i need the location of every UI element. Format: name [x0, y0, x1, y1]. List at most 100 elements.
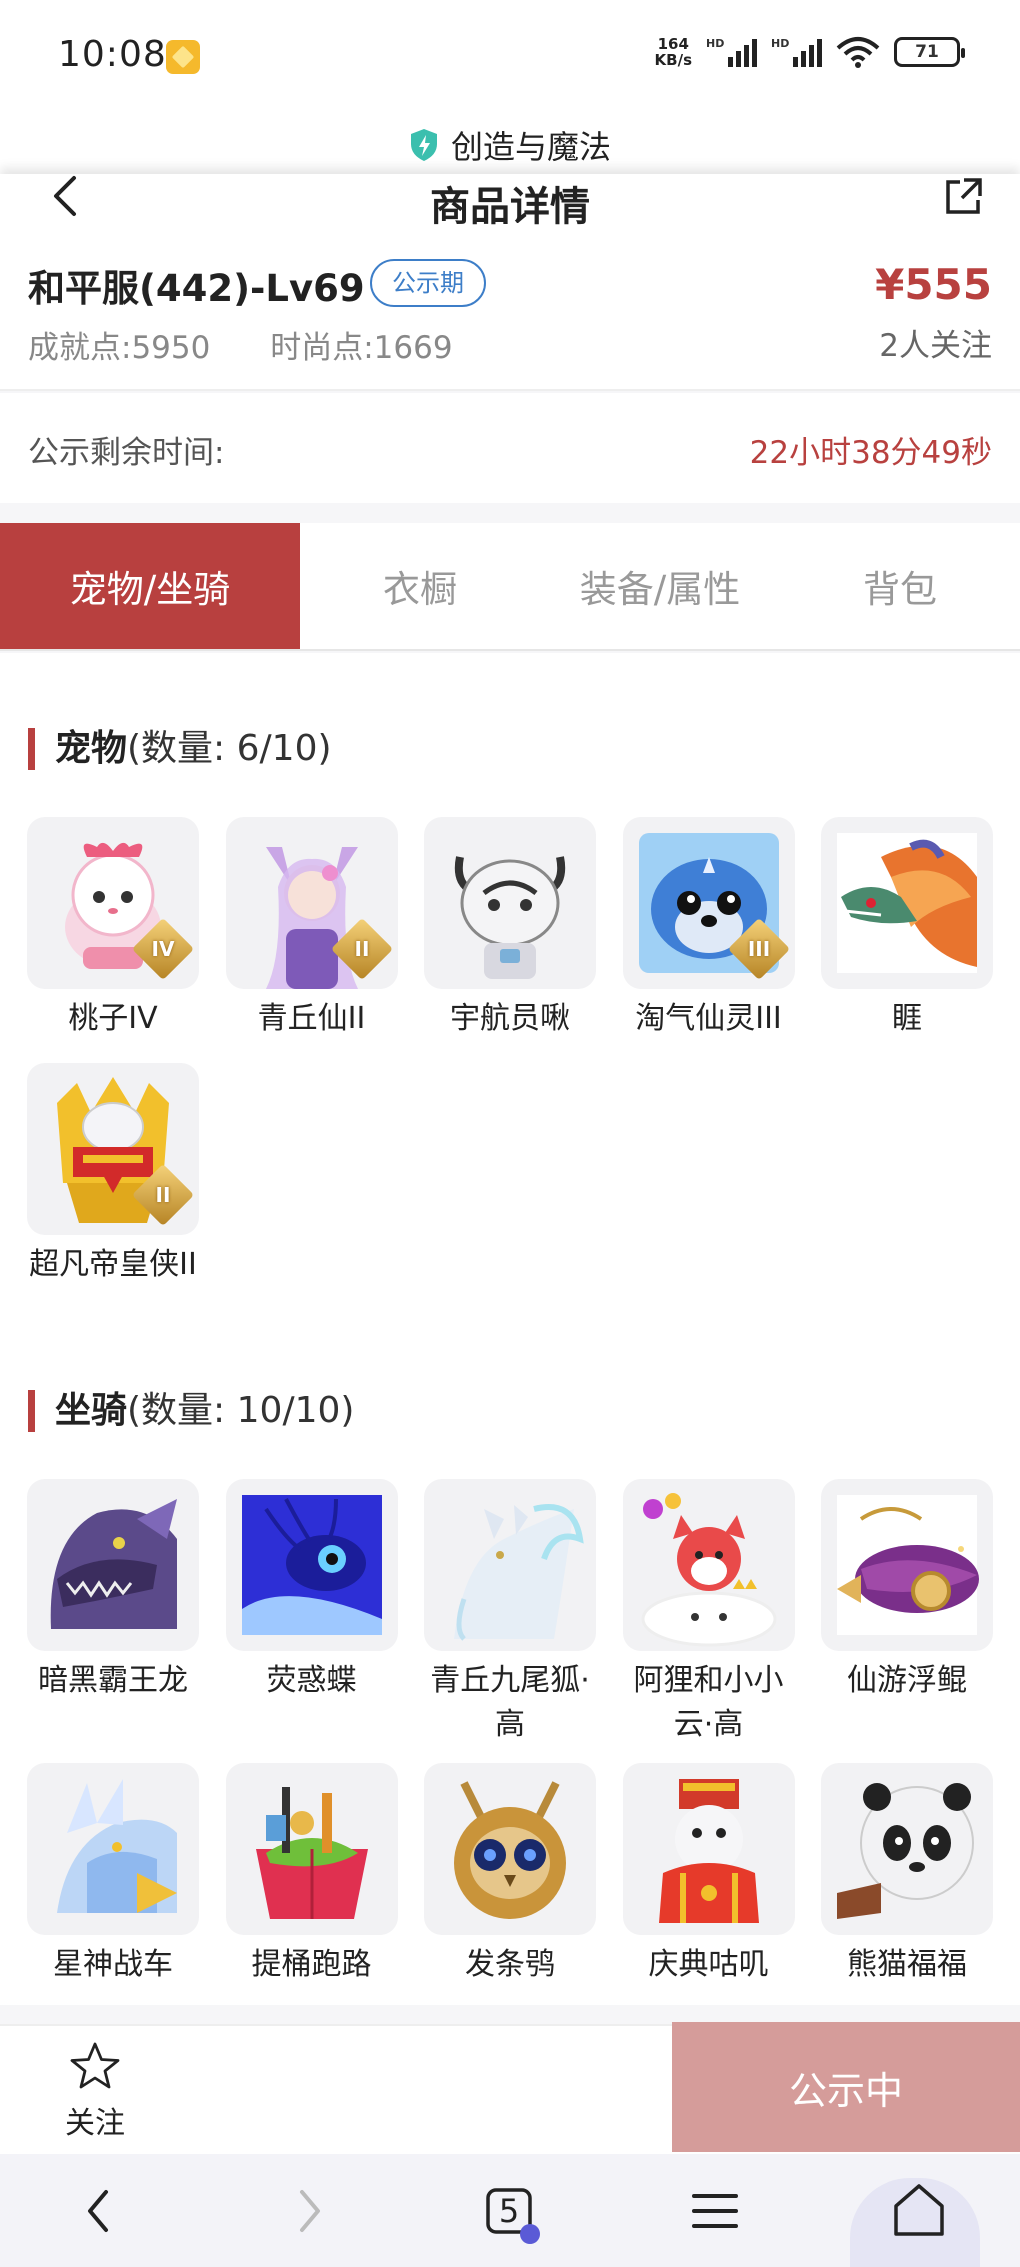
- tab-wardrobe[interactable]: 衣橱: [300, 523, 540, 649]
- mount-image: [424, 1479, 596, 1651]
- pet-image: III: [622, 817, 795, 989]
- browser-nav-bar: 5: [0, 2154, 1020, 2267]
- shield-icon: [410, 129, 437, 161]
- mount-image: [821, 1763, 993, 1935]
- signal-icon: HD: [706, 37, 757, 67]
- publicity-status-button[interactable]: 公示中: [672, 2022, 1020, 2152]
- remaining-time-label: 公示剩余时间:: [28, 435, 225, 471]
- pet-item[interactable]: 睚: [821, 817, 993, 1041]
- star-icon: [70, 2042, 120, 2089]
- mount-image: [424, 1763, 596, 1935]
- mount-item[interactable]: 星神战车: [27, 1763, 199, 1987]
- rank-badge: III: [727, 917, 790, 981]
- mount-item[interactable]: 阿狸和小小云·高: [622, 1479, 795, 1747]
- mount-name: 发条鸮: [465, 1947, 555, 1982]
- site-bar: 创造与魔法: [0, 110, 1020, 180]
- mount-name: 熊猫福福: [847, 1947, 967, 1982]
- site-name: 创造与魔法: [450, 128, 611, 166]
- pet-name: 超凡帝皇侠II: [29, 1247, 197, 1282]
- status-time: 10:08: [58, 34, 167, 75]
- follower-count: 2人关注: [879, 328, 992, 364]
- rank-badge: II: [330, 917, 393, 981]
- mount-image: [821, 1479, 993, 1651]
- battery-icon: 71: [894, 37, 965, 67]
- mount-item[interactable]: 熊猫福福: [821, 1763, 993, 1987]
- product-price: ¥555: [875, 260, 992, 309]
- browser-forward-button[interactable]: [274, 2176, 344, 2246]
- mount-item[interactable]: 发条鸮: [424, 1763, 596, 1987]
- pet-image: [821, 817, 993, 989]
- mount-image: [225, 1479, 398, 1651]
- pet-item[interactable]: 宇航员啾: [424, 817, 596, 1041]
- fashion-points: 时尚点:1669: [270, 330, 453, 366]
- mount-image: [27, 1479, 199, 1651]
- chevron-right-icon: [300, 2190, 320, 2232]
- browser-tabs-button[interactable]: 5: [474, 2176, 544, 2246]
- pet-item[interactable]: IV 桃子IV: [27, 817, 199, 1041]
- browser-menu-button[interactable]: [680, 2176, 750, 2246]
- pet-item[interactable]: II 超凡帝皇侠II: [27, 1063, 199, 1287]
- pet-item[interactable]: III 淘气仙灵III: [622, 817, 795, 1041]
- mount-image: [622, 1479, 795, 1651]
- mount-item[interactable]: 荧惑蝶: [225, 1479, 398, 1747]
- pet-name: 青丘仙II: [257, 1001, 366, 1036]
- follow-button[interactable]: 关注: [40, 2040, 150, 2150]
- mount-item[interactable]: 暗黑霸王龙: [27, 1479, 199, 1747]
- product-info: 和平服(442)-Lv69 公示期 ¥555 成就点:5950 时尚点:1669…: [0, 254, 1020, 391]
- network-speed: 164 KB/s: [654, 35, 692, 69]
- mount-item[interactable]: 仙游浮鲲: [821, 1479, 993, 1747]
- pet-name: 桃子IV: [68, 1001, 158, 1036]
- notification-icon: [166, 40, 200, 74]
- mount-image: [622, 1763, 795, 1935]
- mount-name: 青丘九尾狐·高: [430, 1663, 590, 1742]
- mount-name: 荧惑蝶: [266, 1663, 357, 1698]
- pet-image: II: [27, 1063, 199, 1235]
- follow-label: 关注: [65, 2106, 125, 2141]
- pets-section-title: 宠物(数量: 6/10): [28, 728, 332, 770]
- remaining-time-row: 公示剩余时间: 22小时38分49秒: [0, 393, 1020, 503]
- remaining-time-value: 22小时38分49秒: [749, 435, 992, 471]
- mount-item[interactable]: 庆典咕叽: [622, 1763, 795, 1987]
- status-bar: 10:08 164 KB/s HD HD 71: [0, 0, 1020, 110]
- tab-backpack[interactable]: 背包: [780, 523, 1020, 649]
- pet-image: II: [225, 817, 398, 989]
- status-badge: 公示期: [370, 259, 486, 307]
- mount-item[interactable]: 青丘九尾狐·高: [424, 1479, 596, 1747]
- product-title: 和平服(442)-Lv69: [28, 267, 365, 310]
- chevron-left-icon: [88, 2190, 108, 2232]
- mount-item[interactable]: 提桶跑路: [225, 1763, 398, 1987]
- tab-bar: 宠物/坐骑 衣橱 装备/属性 背包: [0, 523, 1020, 651]
- browser-back-button[interactable]: [64, 2176, 134, 2246]
- menu-icon: [692, 2194, 738, 2228]
- product-stats: 成就点:5950 时尚点:1669: [28, 322, 503, 367]
- tab-equipment[interactable]: 装备/属性: [540, 523, 780, 649]
- mounts-section-title: 坐骑(数量: 10/10): [28, 1390, 354, 1432]
- rank-badge: IV: [131, 917, 195, 981]
- pet-item[interactable]: II 青丘仙II: [225, 817, 398, 1041]
- tab-pets-mounts[interactable]: 宠物/坐骑: [0, 523, 300, 649]
- pet-name: 淘气仙灵III: [635, 1001, 782, 1036]
- browser-home-button[interactable]: [884, 2176, 954, 2246]
- mount-name: 庆典咕叽: [648, 1947, 769, 1982]
- share-icon[interactable]: [942, 176, 984, 218]
- pet-image: [424, 817, 596, 989]
- page-header: 商品详情: [0, 174, 1020, 254]
- tab-count: 5: [498, 2192, 520, 2230]
- pets-grid: IV 桃子IV II 青丘仙II 宇航员啾 III 淘气仙灵III 睚 II 超…: [27, 817, 993, 1287]
- mount-name: 星神战车: [53, 1947, 173, 1982]
- pet-name: 睚: [892, 1001, 922, 1036]
- mount-image: [27, 1763, 199, 1935]
- achievement-points: 成就点:5950: [28, 330, 211, 366]
- signal-icon: HD: [771, 37, 822, 67]
- mounts-grid: 暗黑霸王龙 荧惑蝶 青丘九尾狐·高 阿狸和小小云·高 仙游浮鲲 星神战车 提桶跑…: [27, 1479, 993, 1987]
- rank-badge: II: [131, 1163, 195, 1227]
- mount-image: [225, 1763, 398, 1935]
- mount-name: 提桶跑路: [251, 1947, 372, 1982]
- mount-name: 仙游浮鲲: [847, 1663, 967, 1698]
- home-icon: [894, 2184, 944, 2236]
- mount-name: 阿狸和小小云·高: [633, 1663, 784, 1742]
- tab-content: 宠物(数量: 6/10) IV 桃子IV II 青丘仙II 宇航员啾 III 淘…: [0, 653, 1020, 2005]
- pet-name: 宇航员啾: [450, 1001, 570, 1036]
- pet-image: IV: [27, 817, 199, 989]
- page-title: 商品详情: [430, 184, 590, 230]
